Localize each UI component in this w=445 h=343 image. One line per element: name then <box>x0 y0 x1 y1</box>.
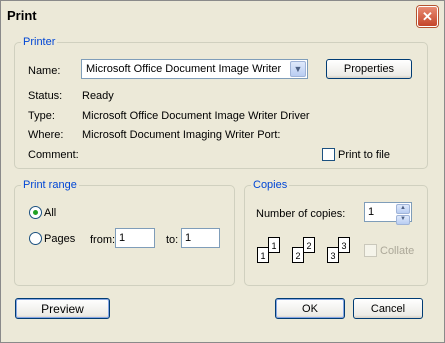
collate-page-3-back: 3 <box>338 237 350 253</box>
properties-button[interactable]: Properties <box>326 59 412 79</box>
from-value: 1 <box>119 232 126 244</box>
to-input[interactable]: 1 <box>181 228 220 248</box>
printer-name-select[interactable]: Microsoft Office Document Image Writer ▼ <box>81 59 308 79</box>
collate-page-2-front: 2 <box>292 247 304 263</box>
close-icon[interactable]: ✕ <box>417 6 438 27</box>
status-value: Ready <box>82 90 114 102</box>
collate-page-1-back: 1 <box>268 237 280 253</box>
copies-value: 1 <box>368 206 375 218</box>
name-label: Name: <box>28 65 61 77</box>
print-to-file-label[interactable]: Print to file <box>338 149 390 161</box>
cancel-button[interactable]: Cancel <box>353 298 423 319</box>
where-label: Where: <box>28 129 64 141</box>
to-label: to: <box>166 234 179 246</box>
all-label[interactable]: All <box>44 207 56 219</box>
copies-legend: Copies <box>253 179 288 191</box>
print-dialog: Print ✕ Printer Name: Microsoft Office D… <box>0 0 445 343</box>
dialog-title: Print <box>7 8 37 23</box>
printer-name-value: Microsoft Office Document Image Writer <box>86 63 282 75</box>
number-of-copies-label: Number of copies: <box>256 208 346 220</box>
all-radio[interactable] <box>29 206 42 219</box>
copies-spinner[interactable]: ▲ ▼ <box>396 203 410 225</box>
pages-label[interactable]: Pages <box>44 233 75 245</box>
collate-page-3-front: 3 <box>327 247 339 263</box>
print-range-legend: Print range <box>23 179 77 191</box>
where-value: Microsoft Document Imaging Writer Port: <box>82 129 281 141</box>
from-label: from: <box>90 234 116 246</box>
to-value: 1 <box>185 232 192 244</box>
spin-down-icon[interactable]: ▼ <box>396 215 410 225</box>
title-bar[interactable]: Print ✕ <box>1 1 444 31</box>
printer-legend: Printer <box>23 36 56 48</box>
print-to-file-checkbox[interactable] <box>322 148 335 161</box>
collate-page-2-back: 2 <box>303 237 315 253</box>
status-label: Status: <box>28 90 63 102</box>
type-value: Microsoft Office Document Image Writer D… <box>82 110 310 122</box>
type-label: Type: <box>28 110 55 122</box>
collate-checkbox[interactable] <box>364 244 377 257</box>
copies-input[interactable]: 1 ▲ ▼ <box>364 202 412 225</box>
pages-radio[interactable] <box>29 232 42 245</box>
comment-label: Comment: <box>28 149 79 161</box>
collate-label: Collate <box>380 245 415 257</box>
spin-up-icon[interactable]: ▲ <box>396 204 410 214</box>
from-input[interactable]: 1 <box>115 228 155 248</box>
preview-button[interactable]: Preview <box>15 298 110 319</box>
collate-page-1-front: 1 <box>257 247 269 263</box>
chevron-down-icon[interactable]: ▼ <box>290 61 306 77</box>
ok-button[interactable]: OK <box>275 298 345 319</box>
copies-group: Copies <box>244 179 428 286</box>
